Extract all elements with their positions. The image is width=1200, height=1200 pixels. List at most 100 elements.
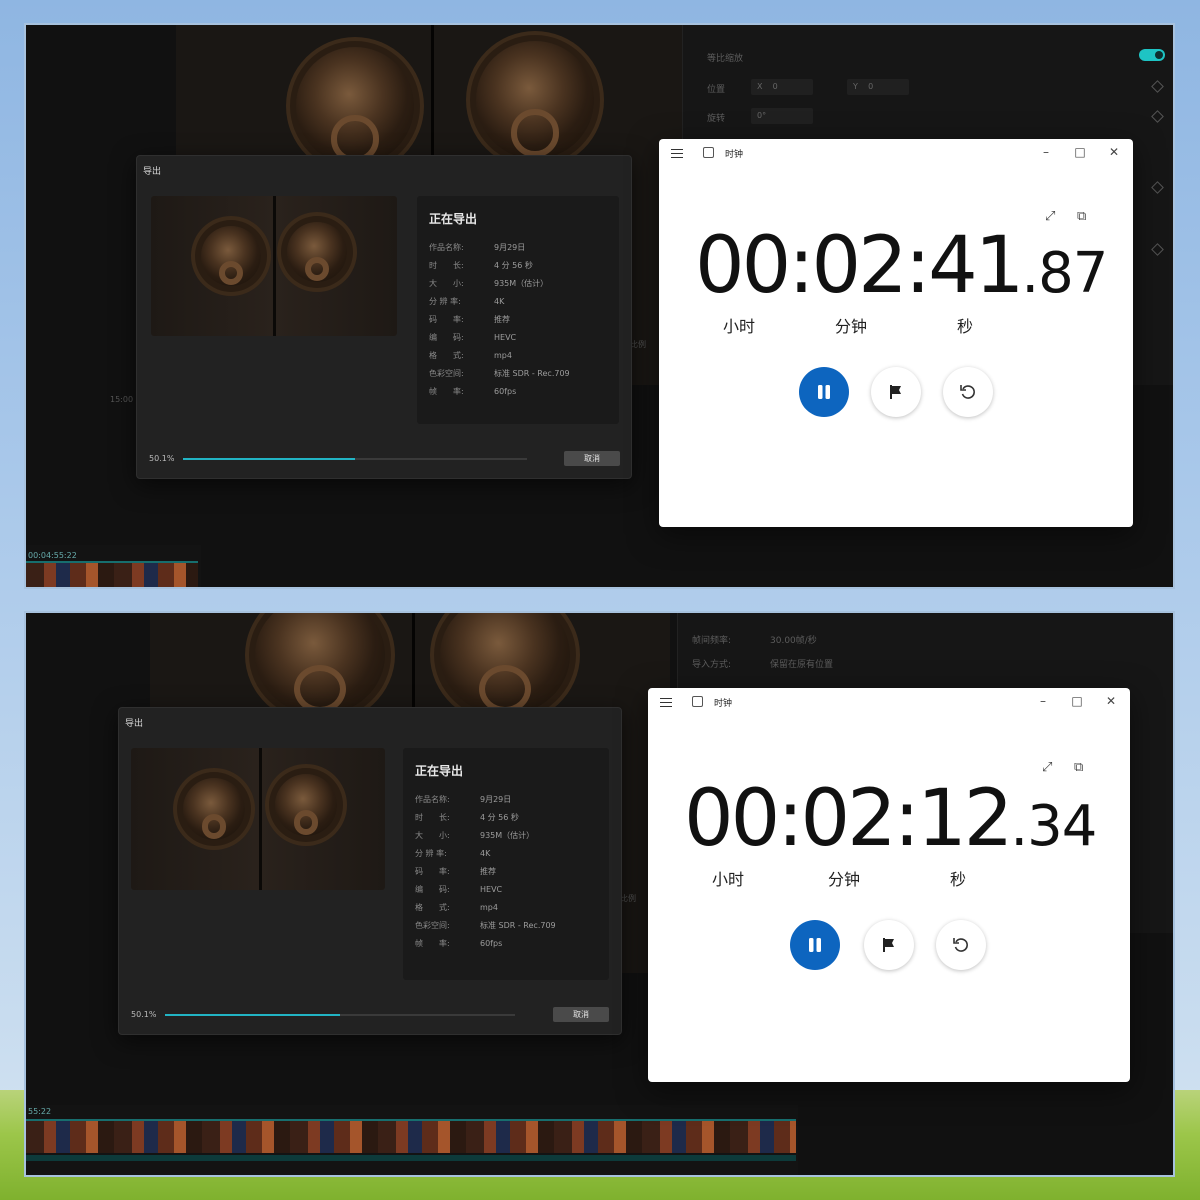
close-icon[interactable]: ✕: [1104, 694, 1118, 708]
ratio-label: 比例: [620, 894, 636, 903]
info-key: 分 辨 率:: [415, 848, 447, 858]
info-key: 时 长:: [429, 260, 464, 270]
info-row: 大 小: 935M（估计）: [415, 826, 556, 844]
cancel-button[interactable]: 取消: [564, 451, 620, 466]
keyframe-icon[interactable]: [1151, 243, 1164, 256]
info-row: 帧 率: 60fps: [429, 382, 570, 400]
progress-fill: [165, 1014, 341, 1016]
info-row: 时 长: 4 分 56 秒: [415, 808, 556, 826]
pause-icon: [809, 938, 821, 952]
door-knocker-left: [296, 47, 414, 165]
seconds-label: 秒: [957, 317, 974, 336]
minimize-icon[interactable]: –: [1036, 694, 1050, 708]
info-value: 标准 SDR - Rec.709: [494, 368, 570, 378]
info-value: 推荐: [494, 314, 510, 324]
clock-window: 时钟 – □ ✕ ⤢ ⧉ 00:02:12.34 小时 分钟 秒: [648, 688, 1130, 1082]
info-row: 作品名称: 9月29日: [415, 790, 556, 808]
prop-value: 30.00帧/秒: [770, 636, 817, 646]
dialog-title: 导出: [143, 167, 162, 177]
dialog-title: 导出: [125, 719, 144, 729]
info-key: 大 小:: [415, 830, 450, 840]
reset-icon: [953, 938, 968, 952]
info-value: HEVC: [494, 332, 517, 342]
export-info-panel: 正在导出 作品名称: 9月29日时 长: 4 分 56 秒大 小: 935M（估计） 分…: [403, 748, 609, 980]
export-heading: 正在导出: [429, 212, 478, 226]
info-row: 分 辨 率: 4K: [415, 844, 556, 862]
prop-value: 保留在原有位置: [770, 660, 834, 670]
app-title: 时钟: [725, 150, 744, 160]
position-x-field[interactable]: X 0: [751, 79, 813, 95]
hamburger-menu-icon[interactable]: [671, 149, 683, 158]
info-key: 时 长:: [415, 812, 450, 822]
info-key: 作品名称:: [415, 794, 450, 804]
info-value: 4K: [480, 848, 491, 858]
export-dialog: 导出 正在导出 作品名称: 9月29日时 长: 4 分 56 秒大 小: 935M（估…: [118, 707, 622, 1035]
clock-app-icon: [692, 696, 703, 707]
video-clip[interactable]: [26, 561, 198, 587]
info-value: 4 分 56 秒: [494, 260, 533, 270]
info-row: 码 率: 推荐: [429, 310, 570, 328]
app-title: 时钟: [714, 699, 733, 709]
reset-button[interactable]: [936, 920, 986, 970]
info-value: 4K: [494, 296, 505, 306]
scale-toggle[interactable]: [1139, 49, 1165, 61]
keyframe-icon[interactable]: [1151, 110, 1164, 123]
clock-window: 时钟 – □ ✕ ⤢ ⧉ 00:02:41.87 小时 分钟 秒: [659, 139, 1133, 527]
position-y-field[interactable]: Y 0: [847, 79, 909, 95]
lap-button[interactable]: [864, 920, 914, 970]
export-thumbnail: [151, 196, 397, 336]
progress-bar: [165, 1014, 515, 1016]
export-thumbnail: [131, 748, 385, 890]
cancel-button[interactable]: 取消: [553, 1007, 609, 1022]
info-row: 格 式: mp4: [429, 346, 570, 364]
info-key: 作品名称:: [429, 242, 464, 252]
keyframe-icon[interactable]: [1151, 181, 1164, 194]
timeline: 00:04:55:22: [26, 545, 201, 587]
export-heading: 正在导出: [415, 764, 464, 778]
reset-button[interactable]: [943, 367, 993, 417]
export-info-list: 作品名称: 9月29日时 长: 4 分 56 秒大 小: 935M（估计） 分 辨 率:…: [429, 238, 570, 400]
info-row: 色彩空间: 标准 SDR - Rec.709: [429, 364, 570, 382]
expand-icon[interactable]: ⤢: [1042, 760, 1052, 775]
audio-track: [26, 1155, 796, 1161]
info-key: 色彩空间:: [415, 920, 450, 930]
reset-icon: [960, 385, 975, 399]
info-row: 时 长: 4 分 56 秒: [429, 256, 570, 274]
keyframe-icon[interactable]: [1151, 80, 1164, 93]
maximize-icon[interactable]: □: [1073, 145, 1087, 159]
info-key: 格 式:: [429, 350, 464, 360]
prop-label: 等比缩放: [707, 54, 744, 64]
export-info-list: 作品名称: 9月29日时 长: 4 分 56 秒大 小: 935M（估计） 分 辨 率:…: [415, 790, 556, 952]
info-key: 大 小:: [429, 278, 464, 288]
info-key: 编 码:: [415, 884, 450, 894]
info-row: 码 率: 推荐: [415, 862, 556, 880]
prop-label: 位置: [707, 85, 726, 95]
pause-button[interactable]: [790, 920, 840, 970]
minutes-label: 分钟: [835, 317, 868, 336]
close-icon[interactable]: ✕: [1107, 145, 1121, 159]
info-key: 分 辨 率:: [429, 296, 461, 306]
info-value: mp4: [480, 902, 498, 912]
hamburger-menu-icon[interactable]: [660, 698, 672, 707]
info-value: 60fps: [480, 938, 503, 948]
stopwatch-time: 00:02:12.34: [684, 774, 1097, 864]
compact-overlay-icon[interactable]: ⧉: [1074, 760, 1083, 775]
info-key: 色彩空间:: [429, 368, 464, 378]
stopwatch-time: 00:02:41.87: [695, 221, 1108, 311]
lap-button[interactable]: [871, 367, 921, 417]
info-row: 格 式: mp4: [415, 898, 556, 916]
hours-label: 小时: [723, 317, 756, 336]
progress-fill: [183, 458, 356, 460]
info-value: mp4: [494, 350, 512, 360]
info-row: 作品名称: 9月29日: [429, 238, 570, 256]
video-clip[interactable]: [26, 1119, 796, 1153]
pause-button[interactable]: [799, 367, 849, 417]
timeline: 55:22: [26, 1105, 798, 1175]
rotation-field[interactable]: 0°: [751, 108, 813, 124]
info-value: 9月29日: [494, 242, 526, 252]
maximize-icon[interactable]: □: [1070, 694, 1084, 708]
clock-titlebar: 时钟 – □ ✕: [659, 139, 1133, 167]
door-knocker-right: [440, 613, 570, 715]
minimize-icon[interactable]: –: [1039, 145, 1053, 159]
info-value: 935M（估计）: [480, 830, 535, 840]
